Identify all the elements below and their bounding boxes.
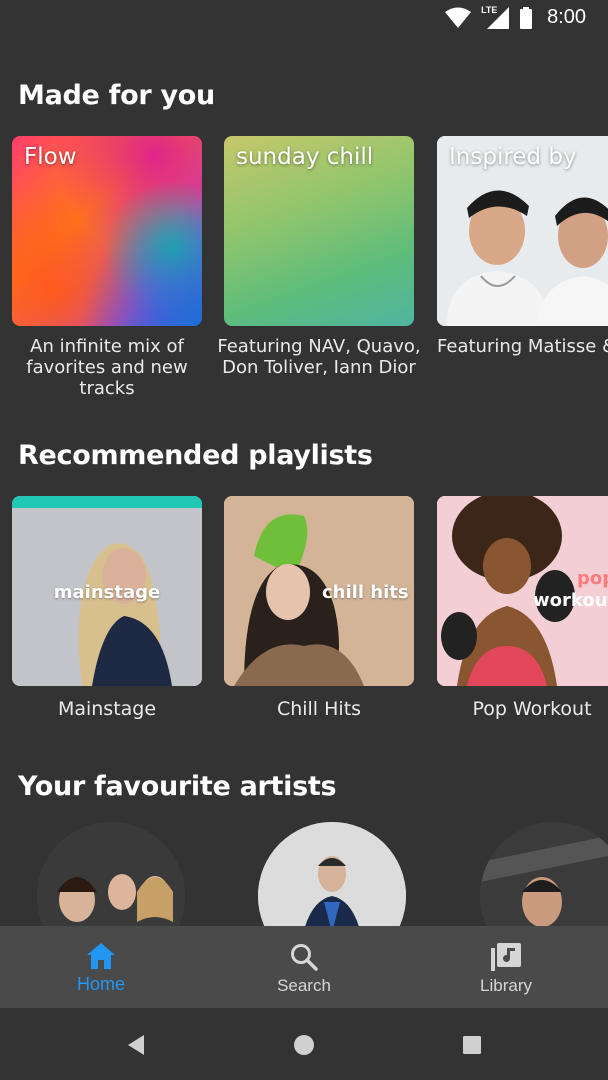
lte-signal-icon: LTE (481, 4, 510, 29)
playlist-overlay-text: workout (533, 590, 608, 611)
card-caption: Mainstage (57, 698, 157, 720)
nav-library[interactable]: Library (426, 926, 586, 1008)
playlist-overlay-text: mainstage (53, 582, 161, 603)
playlist-card-pop-workout[interactable]: pop workout Pop Workout (437, 496, 608, 720)
pop-workout-cover: pop workout (437, 496, 608, 686)
back-icon[interactable] (126, 1034, 146, 1056)
nav-home[interactable]: Home (21, 926, 181, 1008)
nav-label-library: Library (480, 976, 532, 995)
sunday-chill-cover: sunday chill (224, 136, 414, 326)
artist-avatar-3[interactable] (480, 822, 608, 926)
playlist-overlay-top: pop (577, 568, 608, 589)
artist-photo-image (480, 822, 608, 926)
section-title-made-for-you: Made for you (18, 80, 215, 111)
playlist-card-inspired-by[interactable]: Inspired by Featuring Matisse & Sadko, M… (437, 136, 608, 357)
playlist-card-sunday-chill[interactable]: sunday chill Featuring NAV, Quavo, Don T… (217, 136, 421, 378)
mainstage-cover: mainstage (12, 496, 202, 686)
wifi-icon (445, 7, 472, 28)
card-description: An infinite mix of favorites and new tra… (26, 336, 188, 399)
home-feed[interactable]: Made for you Flow An infinite mix of fav… (0, 40, 608, 926)
status-icons: LTE 8:00 (445, 4, 586, 29)
system-navigation-bar (0, 1008, 608, 1080)
card-description: Featuring NAV, Quavo, Don Toliver, Iann … (217, 336, 421, 378)
artist-avatar-2[interactable] (258, 822, 406, 926)
playlist-card-flow[interactable]: Flow An infinite mix of favorites and ne… (12, 136, 202, 399)
artist-avatar-1[interactable] (37, 822, 185, 926)
chill-hits-cover: chill hits (224, 496, 414, 686)
artist-group-photo-image (37, 822, 185, 926)
card-caption: Pop Workout (472, 698, 592, 720)
section-title-favourite-artists: Your favourite artists (18, 771, 337, 802)
nav-label-home: Home (76, 974, 125, 994)
inspired-by-cover: Inspired by (437, 136, 608, 326)
card-description: Featuring Matisse & Sadko, Martin Garrix… (437, 336, 608, 357)
nav-label-search: Search (277, 976, 331, 995)
network-type-label: LTE (481, 4, 498, 15)
nav-search[interactable]: Search (224, 926, 384, 1008)
status-bar: LTE 8:00 (0, 0, 608, 40)
flow-cover: Flow (12, 136, 202, 326)
tile-label: Flow (24, 144, 77, 170)
library-icon (491, 943, 521, 971)
home-icon (87, 943, 115, 969)
tile-label: sunday chill (236, 144, 374, 170)
card-caption: Chill Hits (276, 698, 362, 720)
section-title-recommended-playlists: Recommended playlists (18, 440, 373, 471)
search-icon (291, 944, 318, 971)
battery-icon (520, 6, 533, 29)
playlist-card-chill-hits[interactable]: chill hits Chill Hits (224, 496, 414, 720)
tile-label: Inspired by (449, 144, 577, 170)
playlist-overlay-text: chill hits (322, 582, 409, 603)
artist-photo-image (258, 822, 406, 926)
home-circle-icon[interactable] (293, 1034, 315, 1056)
playlist-card-mainstage[interactable]: mainstage Mainstage (12, 496, 202, 720)
bottom-navigation: Home Search Library (0, 926, 608, 1008)
status-time: 8:00 (547, 6, 586, 28)
recents-icon[interactable] (462, 1035, 482, 1055)
